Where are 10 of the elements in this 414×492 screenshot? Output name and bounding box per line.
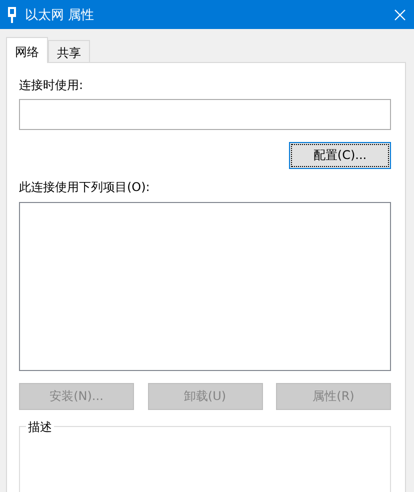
close-icon[interactable] xyxy=(394,8,406,20)
network-adapter-icon xyxy=(7,6,17,22)
group-title: 描述 xyxy=(26,418,54,436)
configure-button[interactable]: 配置(C)... xyxy=(289,142,391,170)
connect-using-label: 连接时使用: xyxy=(19,77,84,94)
window-title: 以太网 属性 xyxy=(25,6,96,24)
tab[interactable]: 网络 xyxy=(6,37,48,63)
items-label: 此连接使用下列项目(O): xyxy=(19,179,151,196)
tab[interactable]: 共享 xyxy=(48,40,90,62)
adapter-field[interactable] xyxy=(19,99,391,130)
